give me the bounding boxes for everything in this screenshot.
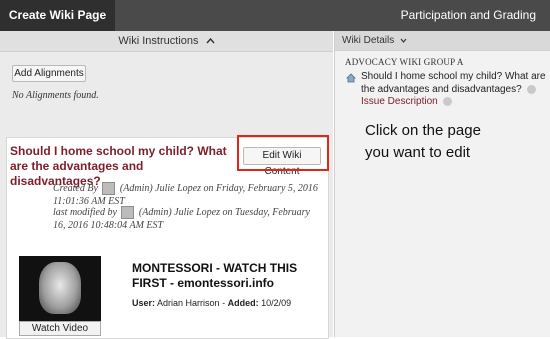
wiki-page-link-text: Should I home school my child? What are … xyxy=(361,71,546,95)
wiki-details-toggle[interactable]: Wiki Details xyxy=(335,31,550,51)
video-title[interactable]: MONTESSORI - WATCH THIS FIRST - emontess… xyxy=(132,261,326,291)
user-avatar-icon xyxy=(121,206,135,220)
video-user: Adrian Harrison xyxy=(157,298,220,308)
wiki-instructions-toggle[interactable]: Wiki Instructions xyxy=(0,31,333,52)
issue-description-label: Issue Description xyxy=(361,96,438,107)
callout-line-2: you want to edit xyxy=(365,144,471,161)
participation-grading-tab[interactable]: Participation and Grading xyxy=(401,0,550,31)
right-pane: Wiki Details ADVOCACY WIKI GROUP A Shoul… xyxy=(334,31,550,337)
home-page-icon xyxy=(346,73,356,83)
no-alignments-text: No Alignments found. xyxy=(12,90,99,101)
wiki-page-card: Should I home school my child? What are … xyxy=(6,135,329,339)
modified-by-label: last modified by xyxy=(53,207,117,218)
add-alignments-button[interactable]: Add Alignments xyxy=(12,65,86,82)
left-pane: Wiki Instructions Add Alignments No Alig… xyxy=(0,31,333,339)
top-bar: Create Wiki Page Participation and Gradi… xyxy=(0,0,550,31)
video-added: 10/2/09 xyxy=(261,298,292,308)
video-thumbnail[interactable] xyxy=(19,256,101,321)
highlight-box xyxy=(237,135,329,171)
user-avatar-icon xyxy=(102,182,116,196)
modified-by-meta: last modified by (Admin) Julie Lopez on … xyxy=(53,206,323,232)
chevron-down-icon xyxy=(400,38,407,43)
wiki-details-label: Wiki Details xyxy=(342,35,395,46)
wiki-group-name: ADVOCACY WIKI GROUP A xyxy=(345,57,464,67)
video-meta: User: Adrian Harrison - Added: 10/2/09 xyxy=(132,298,292,308)
instruction-callout: Click on the page you want to edit xyxy=(365,120,481,164)
created-by-label: Created By xyxy=(53,183,98,194)
chevron-up-icon xyxy=(206,37,215,44)
create-wiki-page-tab[interactable]: Create Wiki Page xyxy=(0,0,115,31)
portrait-image xyxy=(39,262,81,314)
wiki-page-link[interactable]: Should I home school my child? What are … xyxy=(361,70,549,96)
watch-video-button[interactable]: Watch Video xyxy=(19,321,101,336)
wiki-instructions-label: Wiki Instructions xyxy=(118,35,199,47)
options-icon[interactable] xyxy=(527,84,537,94)
video-added-label: Added: xyxy=(227,298,259,308)
issue-description-link[interactable]: Issue Description xyxy=(361,96,453,107)
options-icon[interactable] xyxy=(443,96,453,106)
created-by-meta: Created By (Admin) Julie Lopez on Friday… xyxy=(53,182,323,208)
video-user-label: User: xyxy=(132,298,156,308)
callout-line-1: Click on the page xyxy=(365,122,481,139)
